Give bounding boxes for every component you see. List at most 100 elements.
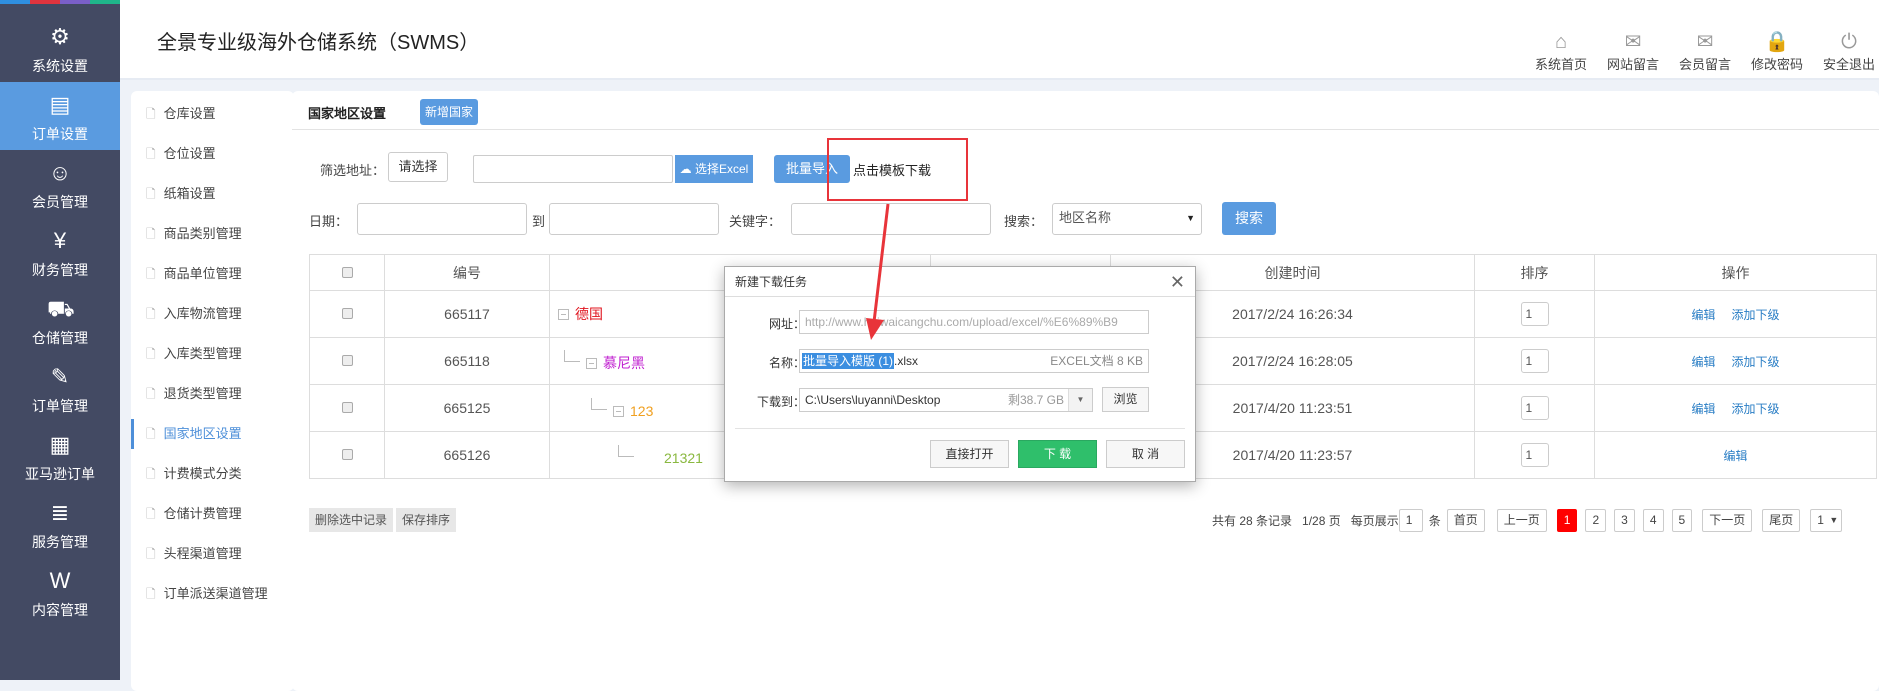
- submenu-item[interactable]: 🗋 订单派送渠道管理: [131, 579, 294, 609]
- add-child-link[interactable]: 添加下级: [1732, 402, 1780, 416]
- collapse-icon[interactable]: [613, 405, 624, 417]
- actions-cell: 编辑: [1594, 431, 1877, 479]
- edit-link[interactable]: 编辑: [1691, 308, 1715, 322]
- submenu-item[interactable]: 🗋 头程渠道管理: [131, 539, 294, 569]
- nav-item-label: 服务管理: [32, 534, 88, 550]
- header-action[interactable]: ⏻ 安全退出: [1816, 30, 1879, 73]
- sort-input[interactable]: 1: [1520, 302, 1549, 326]
- submenu-item[interactable]: 🗋 仓位设置: [131, 139, 294, 169]
- header-action-label: 网站留言: [1606, 57, 1659, 72]
- collapse-icon[interactable]: [586, 357, 597, 369]
- edit-link[interactable]: 编辑: [1691, 355, 1715, 369]
- header-action[interactable]: ⌂ 系统首页: [1528, 30, 1594, 73]
- file-icon: 🗋: [146, 307, 156, 321]
- dropdown-arrow-icon[interactable]: ▼: [1068, 389, 1092, 411]
- download-button[interactable]: 下 载: [1018, 440, 1097, 468]
- submenu-item[interactable]: 🗋 入库类型管理: [131, 339, 294, 369]
- add-child-link[interactable]: 添加下级: [1732, 355, 1780, 369]
- per-page-input[interactable]: 1: [1398, 508, 1423, 532]
- submenu-item[interactable]: 🗋 仓储计费管理: [131, 499, 294, 529]
- nav-item[interactable]: ¥ 财务管理: [0, 218, 120, 286]
- destination-field[interactable]: C:\Users\luyanni\Desktop 剩38.7 GB ▼: [799, 388, 1093, 412]
- sort-input[interactable]: 1: [1520, 396, 1549, 420]
- add-child-link[interactable]: 添加下级: [1732, 308, 1780, 322]
- nav-item-label: 亚马逊订单: [25, 466, 95, 482]
- submenu-item[interactable]: 🗋 纸箱设置: [131, 179, 294, 209]
- date-label: 日期：: [309, 214, 349, 229]
- sub-menu: 🗋 仓库设置 🗋 仓位设置 🗋 纸箱设置 🗋 商品类别管理 🗋 商品单位管理 🗋 入库物流管理 🗋 入库类…: [131, 91, 294, 691]
- excel-file-input[interactable]: [473, 155, 673, 183]
- row-checkbox[interactable]: [341, 402, 353, 413]
- submenu-item[interactable]: 🗋 仓库设置: [131, 99, 294, 129]
- prev-page-button[interactable]: 上一页: [1496, 508, 1547, 532]
- select-all-checkbox[interactable]: [341, 266, 353, 278]
- page-number[interactable]: 3: [1614, 508, 1635, 532]
- nav-item[interactable]: ⚙ 系统设置: [0, 14, 120, 82]
- close-icon[interactable]: ✕: [1170, 267, 1185, 297]
- page-number[interactable]: 4: [1642, 508, 1664, 532]
- nav-item[interactable]: W 内容管理: [0, 558, 120, 626]
- nav-item[interactable]: ▤ 订单设置: [0, 82, 120, 150]
- collapse-icon[interactable]: [558, 309, 569, 320]
- page-number[interactable]: 1: [1556, 508, 1578, 532]
- power-icon: ⏻: [1841, 31, 1857, 53]
- choose-excel-button[interactable]: ☁ 选择Excel: [675, 155, 753, 183]
- row-checkbox[interactable]: [341, 308, 353, 319]
- file-icon: 🗋: [146, 107, 156, 121]
- url-label: 网址：: [768, 317, 805, 331]
- search-type-select[interactable]: 地区名称 ▼: [1052, 203, 1202, 235]
- per-page-unit: 条: [1428, 513, 1441, 528]
- page-number[interactable]: 2: [1585, 508, 1607, 532]
- destination-label: 下载到：: [756, 395, 805, 409]
- submenu-item[interactable]: 🗋 国家地区设置: [131, 419, 294, 449]
- search-button[interactable]: 搜索: [1222, 202, 1276, 235]
- keyword-label: 关键字：: [729, 214, 782, 229]
- page-jump-value: 1: [1817, 512, 1824, 527]
- last-page-button[interactable]: 尾页: [1762, 508, 1801, 532]
- header-action[interactable]: ✉ 网站留言: [1600, 30, 1666, 73]
- submenu-item[interactable]: 🗋 商品单位管理: [131, 259, 294, 289]
- nav-item[interactable]: ≣ 服务管理: [0, 490, 120, 558]
- filename-field[interactable]: 批量导入模版 (1).xlsx EXCEL文档 8 KB: [799, 349, 1149, 373]
- delete-selected-button[interactable]: 删除选中记录: [309, 508, 394, 532]
- submenu-item[interactable]: 🗋 计费模式分类: [131, 459, 294, 489]
- first-page-button[interactable]: 首页: [1446, 508, 1485, 532]
- row-checkbox[interactable]: [341, 355, 353, 366]
- open-directly-button[interactable]: 直接打开: [930, 440, 1009, 468]
- submenu-label: 头程渠道管理: [163, 546, 242, 561]
- date-to-input[interactable]: [549, 203, 719, 235]
- nav-item[interactable]: ✎ 订单管理: [0, 354, 120, 422]
- actions-cell: 编辑 添加下级: [1594, 384, 1877, 432]
- edit-link[interactable]: 编辑: [1723, 449, 1747, 463]
- word-doc-icon: W: [49, 568, 71, 593]
- next-page-button[interactable]: 下一页: [1702, 508, 1753, 532]
- cancel-button[interactable]: 取 消: [1106, 440, 1185, 468]
- nav-item[interactable]: ☺ 会员管理: [0, 150, 120, 218]
- url-field[interactable]: http://www.haiwaicangchu.com/upload/exce…: [799, 310, 1149, 334]
- submenu-label: 仓储计费管理: [163, 506, 242, 521]
- nav-item[interactable]: ▦ 亚马逊订单: [0, 422, 120, 490]
- header-action[interactable]: ✉ 会员留言: [1672, 30, 1738, 73]
- tree-connector: [564, 349, 580, 362]
- submenu-label: 仓位设置: [163, 146, 216, 161]
- submenu-item[interactable]: 🗋 商品类别管理: [131, 219, 294, 249]
- top-header: 全景专业级海外仓储系统（SWMS） ⌂ 系统首页 ✉ 网站留言 ✉ 会员留言 🔒 修改密码 ⏻ 安…: [120, 0, 1879, 80]
- browse-button[interactable]: 浏览: [1102, 387, 1149, 412]
- add-country-button[interactable]: 新增国家: [420, 99, 478, 125]
- sort-input[interactable]: 1: [1520, 349, 1549, 373]
- submenu-item[interactable]: 🗋 入库物流管理: [131, 299, 294, 329]
- keyword-input[interactable]: [791, 203, 991, 235]
- page-jump-select[interactable]: 1 ▼: [1810, 508, 1843, 532]
- sort-input[interactable]: 1: [1520, 443, 1549, 467]
- edit-link[interactable]: 编辑: [1691, 402, 1715, 416]
- page-number[interactable]: 5: [1671, 508, 1693, 532]
- save-sort-button[interactable]: 保存排序: [396, 508, 457, 532]
- date-from-input[interactable]: [357, 203, 527, 235]
- header-action[interactable]: 🔒 修改密码: [1744, 30, 1810, 73]
- address-select[interactable]: 请选择: [388, 152, 448, 182]
- submenu-item[interactable]: 🗋 退货类型管理: [131, 379, 294, 409]
- nav-item-label: 仓储管理: [32, 330, 88, 346]
- row-checkbox[interactable]: [341, 449, 353, 460]
- nav-item[interactable]: ⛟ 仓储管理: [0, 286, 120, 354]
- id-cell: 665117: [384, 290, 550, 338]
